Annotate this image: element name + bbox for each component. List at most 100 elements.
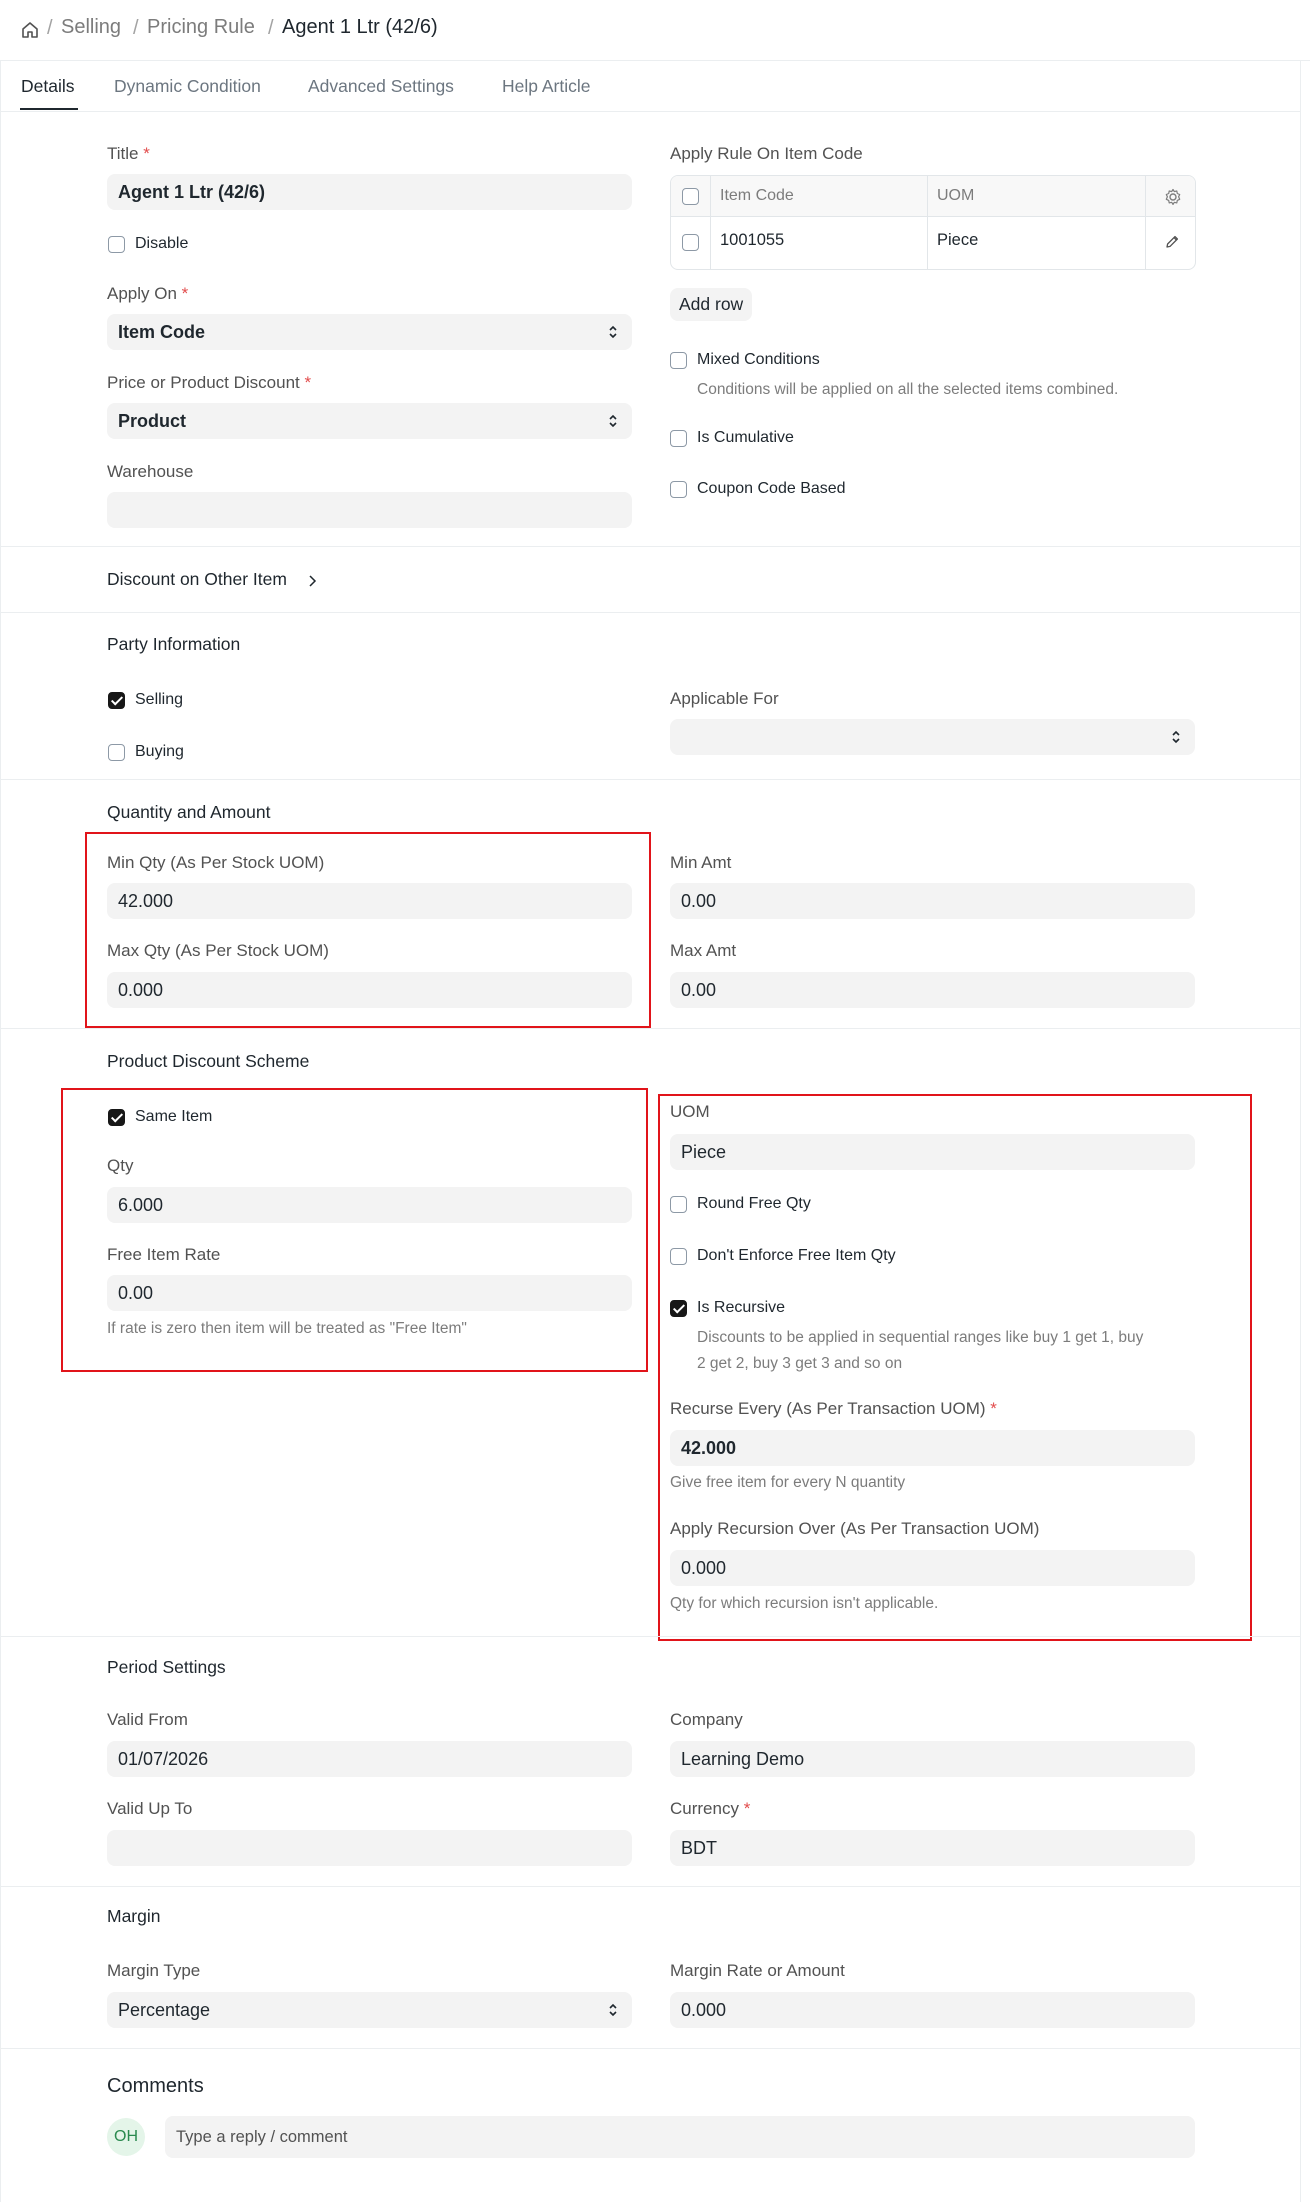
section-divider [0, 779, 1300, 780]
disable-checkbox[interactable] [108, 236, 125, 253]
qty-input[interactable]: 6.000 [107, 1187, 632, 1223]
avatar: OH [107, 2118, 145, 2156]
section-divider [0, 612, 1300, 613]
round-free-qty-checkbox[interactable] [670, 1196, 687, 1213]
valid-from-label: Valid From [107, 1710, 188, 1729]
coupon-code-label: Coupon Code Based [697, 480, 846, 497]
col-uom: UOM [937, 187, 975, 204]
max-amt-label: Max Amt [670, 941, 737, 960]
selling-checkbox[interactable] [108, 692, 125, 709]
currency-label: Currency * [670, 1799, 751, 1818]
price-or-product-select[interactable]: Product [107, 403, 632, 439]
tab-active-indicator [20, 108, 78, 110]
free-item-rate-hint: If rate is zero then item will be treate… [107, 1320, 467, 1337]
is-recursive-label: Is Recursive [697, 1299, 786, 1316]
is-cumulative-checkbox[interactable] [670, 430, 687, 447]
discount-other-item-toggle[interactable]: Discount on Other Item [107, 569, 337, 593]
coupon-code-checkbox[interactable] [670, 481, 687, 498]
disable-label: Disable [135, 235, 189, 252]
tab-dynamic-condition[interactable]: Dynamic Condition [114, 76, 261, 97]
is-recursive-checkbox[interactable] [670, 1300, 687, 1317]
same-item-checkbox[interactable] [108, 1109, 125, 1126]
buying-label: Buying [135, 743, 184, 760]
tab-advanced-settings[interactable]: Advanced Settings [308, 76, 454, 97]
free-item-rate-input[interactable]: 0.00 [107, 1275, 632, 1311]
section-divider [0, 546, 1300, 547]
same-item-label: Same Item [135, 1108, 213, 1125]
uom-input[interactable]: Piece [670, 1134, 1195, 1170]
margin-title: Margin [107, 1906, 161, 1926]
select-arrows-icon [1172, 730, 1180, 744]
dont-enforce-checkbox[interactable] [670, 1248, 687, 1265]
breadcrumb-selling[interactable]: Selling [61, 16, 121, 39]
tab-details[interactable]: Details [21, 76, 75, 97]
select-arrows-icon [609, 414, 617, 428]
select-arrows-icon [609, 325, 617, 339]
warehouse-input[interactable] [107, 492, 632, 528]
margin-rate-input[interactable]: 0.000 [670, 1992, 1195, 2028]
applicable-for-select[interactable] [670, 719, 1195, 755]
comment-placeholder: Type a reply / comment [176, 2128, 348, 2146]
table-col-divider [927, 176, 928, 269]
is-recursive-hint: 2 get 2, buy 3 get 3 and so on [697, 1355, 903, 1372]
breadcrumb-current: Agent 1 Ltr (42/6) [282, 16, 438, 38]
row-uom[interactable]: Piece [937, 231, 978, 250]
col-item-code: Item Code [720, 187, 794, 204]
applicable-for-label: Applicable For [670, 689, 779, 708]
max-amt-input[interactable]: 0.00 [670, 972, 1195, 1008]
breadcrumb-separator: / [47, 17, 53, 39]
quantity-title: Quantity and Amount [107, 802, 271, 822]
company-input[interactable]: Learning Demo [670, 1741, 1195, 1777]
uom-label: UOM [670, 1102, 710, 1121]
margin-type-select[interactable]: Percentage [107, 1992, 632, 2028]
valid-from-input[interactable]: 01/07/2026 [107, 1741, 632, 1777]
valid-upto-label: Valid Up To [107, 1799, 193, 1818]
is-recursive-hint: Discounts to be applied in sequential ra… [697, 1329, 1144, 1346]
price-or-product-label: Price or Product Discount * [107, 373, 312, 392]
section-divider [0, 1636, 1300, 1637]
min-amt-input[interactable]: 0.00 [670, 883, 1195, 919]
mixed-conditions-label: Mixed Conditions [697, 351, 820, 368]
currency-input[interactable]: BDT [670, 1830, 1195, 1866]
row-checkbox[interactable] [682, 234, 699, 251]
select-arrows-icon [609, 2003, 617, 2017]
row-item-code[interactable]: 1001055 [720, 231, 784, 250]
comment-input[interactable]: Type a reply / comment [165, 2116, 1195, 2158]
comments-title: Comments [107, 2075, 204, 2097]
apply-recursion-label: Apply Recursion Over (As Per Transaction… [670, 1519, 1040, 1538]
recurse-every-input[interactable]: 42.000 [670, 1430, 1195, 1466]
chevron-right-icon [309, 575, 317, 587]
title-input[interactable]: Agent 1 Ltr (42/6) [107, 174, 632, 210]
section-divider [0, 1886, 1300, 1887]
round-free-qty-label: Round Free Qty [697, 1195, 811, 1212]
selling-label: Selling [135, 691, 184, 708]
gear-icon[interactable] [1163, 187, 1183, 207]
section-divider [0, 2048, 1300, 2049]
apply-on-select[interactable]: Item Code [107, 314, 632, 350]
valid-upto-input[interactable] [107, 1830, 632, 1866]
apply-rule-label: Apply Rule On Item Code [670, 144, 863, 163]
edit-icon[interactable] [1163, 233, 1181, 251]
table-col-divider [710, 176, 711, 269]
add-row-button[interactable]: Add row [670, 288, 753, 321]
select-all-checkbox[interactable] [682, 188, 699, 205]
breadcrumb-pricing-rule[interactable]: Pricing Rule [147, 16, 255, 39]
apply-on-label: Apply On * [107, 284, 189, 303]
min-qty-input[interactable]: 42.000 [107, 883, 632, 919]
max-qty-label: Max Qty (As Per Stock UOM) [107, 941, 329, 960]
header-divider [0, 60, 1310, 61]
discount-other-item-label: Discount on Other Item [107, 569, 287, 589]
max-qty-input[interactable]: 0.000 [107, 972, 632, 1008]
min-qty-label: Min Qty (As Per Stock UOM) [107, 853, 325, 872]
warehouse-label: Warehouse [107, 462, 194, 481]
buying-checkbox[interactable] [108, 744, 125, 761]
home-icon[interactable] [20, 20, 40, 40]
tab-help-article[interactable]: Help Article [502, 76, 591, 97]
dont-enforce-label: Don't Enforce Free Item Qty [697, 1247, 896, 1264]
product-discount-title: Product Discount Scheme [107, 1051, 310, 1071]
apply-recursion-input[interactable]: 0.000 [670, 1550, 1195, 1586]
min-amt-label: Min Amt [670, 853, 732, 872]
title-label: Title * [107, 144, 150, 163]
mixed-conditions-checkbox[interactable] [670, 352, 687, 369]
recurse-every-hint: Give free item for every N quantity [670, 1474, 906, 1491]
